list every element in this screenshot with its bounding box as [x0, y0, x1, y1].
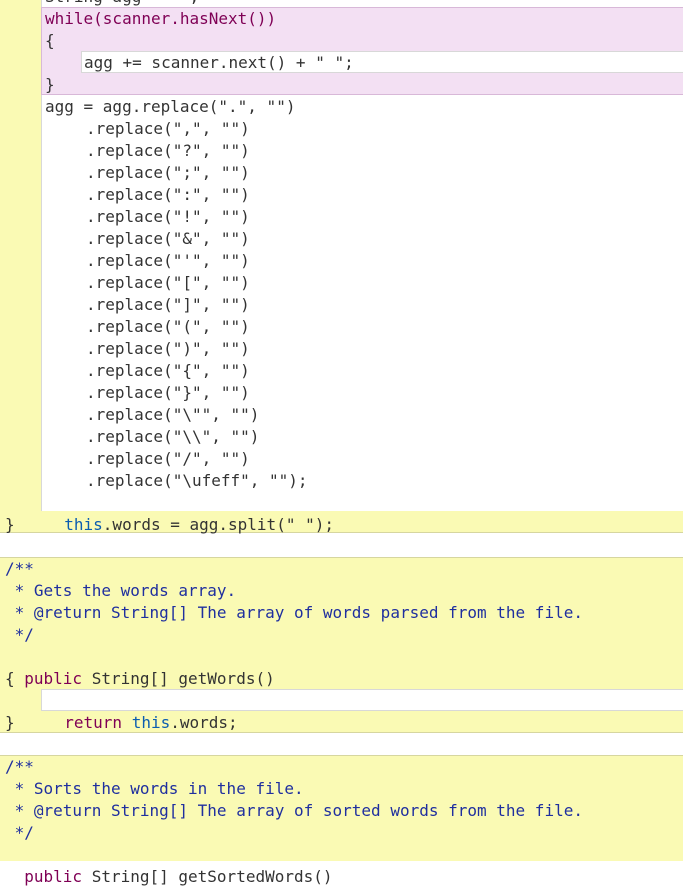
code-line-replace-first: agg = agg.replace(".", "")	[45, 97, 296, 116]
public-keyword: public	[24, 867, 83, 886]
doc-comment-line: * @return String[] The array of sorted w…	[5, 801, 583, 820]
code-line-replace: .replace("&", "")	[86, 229, 250, 248]
code-line-while: while(scanner.hasNext())	[45, 9, 277, 28]
this-keyword: this	[64, 515, 103, 534]
public-keyword: public	[24, 669, 83, 688]
code-line-loop-body: agg += scanner.next() + " ";	[84, 53, 354, 72]
code-line-replace: .replace(",", "")	[86, 119, 250, 138]
doc-comment-line: /**	[5, 559, 34, 578]
code-line-partial: String agg = "";	[45, 0, 199, 8]
doc-comment-line: * Sorts the words in the file.	[5, 779, 304, 798]
code-line-replace: .replace("{", "")	[86, 361, 250, 380]
code-line-replace: .replace("[", "")	[86, 273, 250, 292]
doc-comment-line: */	[5, 625, 34, 644]
doc-comment-line: * @return String[] The array of words pa…	[5, 603, 583, 622]
getwords-return-line: return this.words;	[45, 690, 237, 732]
code-line-replace: .replace(")", "")	[86, 339, 250, 358]
code-line-replace: .replace("]", "")	[86, 295, 250, 314]
code-line-replace: .replace("(", "")	[86, 317, 250, 336]
code-line-replace: .replace(":", "")	[86, 185, 250, 204]
code-line-replace: .replace("?", "")	[86, 141, 250, 160]
doc-comment-line: */	[5, 823, 34, 842]
code-line-while-open: {	[45, 31, 55, 50]
getwords-close-brace: }	[5, 713, 15, 732]
doc-comment-line: * Gets the words array.	[5, 581, 237, 600]
code-line-replace: .replace("}", "")	[86, 383, 250, 402]
split-rest: .words = agg.split(" ");	[102, 515, 334, 534]
code-line-method-close: }	[5, 515, 15, 534]
code-line-replace: .replace("/", "")	[86, 449, 250, 468]
sort-signature: public String[] getSortedWords()	[5, 844, 332, 886]
code-line-replace: .replace("!", "")	[86, 207, 250, 226]
code-line-while-close: }	[45, 75, 55, 94]
code-line-replace: .replace("'", "")	[86, 251, 250, 270]
code-line-split: this.words = agg.split(" ");	[45, 492, 334, 534]
getwords-open-brace: {	[5, 669, 15, 688]
getwords-signature: public String[] getWords()	[5, 646, 274, 688]
return-rest: .words;	[170, 713, 238, 732]
signature-rest: String[] getSortedWords()	[82, 867, 333, 886]
return-keyword: return	[64, 713, 123, 732]
code-line-replace: .replace("\"", "")	[86, 405, 260, 424]
code-line-replace: .replace(";", "")	[86, 163, 250, 182]
signature-rest: String[] getWords()	[82, 669, 275, 688]
code-line-replace: .replace("\ufeff", "");	[86, 471, 308, 490]
this-keyword: this	[131, 713, 171, 732]
code-line-replace: .replace("\\", "")	[86, 427, 260, 446]
doc-comment-line: /**	[5, 757, 34, 776]
